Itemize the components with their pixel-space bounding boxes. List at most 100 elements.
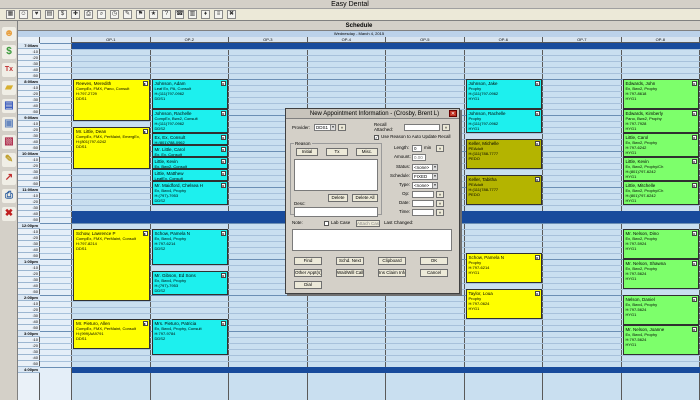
appointment-block[interactable]: Little, Kevin Ex, Bwx2, Consult ▸ <box>151 157 228 169</box>
appointment-menu-icon[interactable]: ▸ <box>221 135 226 140</box>
misc-button[interactable]: Misc. <box>356 148 378 156</box>
appointment-block[interactable]: Little, Carol Ex, Bwx2, Prophy H:797-6242 H… <box>622 133 699 157</box>
close-icon[interactable]: ✕ <box>449 110 457 117</box>
ledger-icon[interactable]: $ <box>58 10 67 19</box>
reason-list[interactable] <box>294 159 378 191</box>
appointment-menu-icon[interactable]: ▸ <box>221 183 226 188</box>
appointment-block[interactable]: Schow, Pamela N Ex, Bwx4, Prophy H:797-621… <box>151 229 228 265</box>
appointment-block[interactable]: Mr. Nelson, Joanne Ex, Bwx4, Prophy H:797-… <box>622 325 699 355</box>
money-icon[interactable]: $ <box>2 45 16 59</box>
appointment-block[interactable]: Taylor, Loua Prophy H:797-0624 HYG1 ▸ <box>465 289 542 319</box>
date-lookup-button[interactable]: » <box>436 200 444 207</box>
appointment-block[interactable]: Mrs. Pieturo, Patricia Ex, Bwx4, Prophy, … <box>151 319 228 355</box>
appointment-menu-icon[interactable]: ▸ <box>221 273 226 278</box>
appointment-block[interactable]: Mr. Maidford, Chelsea H Ex, Bwx4, Prophy H… <box>151 181 228 205</box>
appointment-block[interactable]: Edwards, John Ex, Bwx2, Prophy H:797-8618 H… <box>622 79 699 109</box>
appointment-menu-icon[interactable]: ▸ <box>692 327 697 332</box>
appointment-menu-icon[interactable]: ▸ <box>692 297 697 302</box>
folder-icon[interactable]: ▰ <box>2 81 16 95</box>
appointment-block[interactable]: Johnson, Rachelle Prophy H:(111)797-0962 HY… <box>465 109 542 133</box>
appointment-menu-icon[interactable]: ▸ <box>692 261 697 266</box>
op-lookup-button[interactable]: » <box>436 191 444 198</box>
appointment-menu-icon[interactable]: ▸ <box>142 129 148 134</box>
tx-button[interactable]: Tx <box>326 148 348 156</box>
phone-icon[interactable]: ☎ <box>175 10 184 19</box>
delete-button[interactable]: Delete <box>328 194 348 202</box>
print-icon[interactable]: ⎙ <box>84 10 93 19</box>
appointment-menu-icon[interactable]: ▸ <box>535 141 540 146</box>
schd-next-button[interactable]: Schd. Next <box>336 257 364 265</box>
pen-icon[interactable]: ✎ <box>2 153 16 167</box>
appointment-menu-icon[interactable]: ▸ <box>692 231 697 236</box>
appointment-menu-icon[interactable]: ▸ <box>692 159 697 164</box>
provider-lookup-button[interactable]: » <box>338 124 346 131</box>
chart-icon[interactable]: ▤ <box>45 10 54 19</box>
appointment-block[interactable]: Little, Matthew LeafEx, Consult ▸ <box>151 169 228 181</box>
length-spin-button[interactable]: » <box>436 145 444 152</box>
flag-icon[interactable]: ⚑ <box>136 10 145 19</box>
printer-icon[interactable]: ⎙ <box>2 189 16 203</box>
tx-icon[interactable]: Tx <box>2 63 16 77</box>
insurance-icon[interactable]: ✚ <box>71 10 80 19</box>
appointment-block[interactable]: Mr. Little, Dean CompEx, FMX, PerMaint, E… <box>73 127 150 169</box>
appointment-block[interactable]: Johnson, Jake Prophy H:(111)797-0962 HYG1 ▸ <box>465 79 542 109</box>
type-select[interactable]: <none> ▼ <box>412 182 438 189</box>
recall-lookup-button[interactable]: » <box>442 124 450 131</box>
appointment-block[interactable]: Edwards, Kimberly Pano, Bwx2, Prophy H:797… <box>622 109 699 133</box>
appointment-block[interactable]: Mr. Little, Carol Ex, Ex, Consult ▸ <box>151 145 228 157</box>
star-icon[interactable]: ★ <box>149 10 158 19</box>
provider-select[interactable]: DDS1 ▼ <box>314 124 336 131</box>
clock-icon[interactable]: ◷ <box>110 10 119 19</box>
appointment-block[interactable]: Mr. Gibson, Ed Sons Ex, Bwx4, Prophy H:(79… <box>151 271 228 295</box>
ins-claim-info-button[interactable]: Ins Claim Info <box>378 269 406 277</box>
help-icon[interactable]: ? <box>162 10 171 19</box>
appointment-block[interactable]: Johnson, Rachelle CompEx, Bwx2, Consult H:… <box>151 109 228 133</box>
use-reason-checkbox[interactable]: ✓ <box>374 135 379 140</box>
exit-icon[interactable]: ✖ <box>227 10 236 19</box>
recall-field[interactable] <box>404 124 440 131</box>
appointment-menu-icon[interactable]: ▸ <box>535 111 540 116</box>
appointment-menu-icon[interactable]: ▸ <box>692 135 697 140</box>
appointment-block[interactable]: Keller, Michelle PEAdult H:(111)788-7777 PE… <box>465 139 542 169</box>
appointment-menu-icon[interactable]: ▸ <box>692 111 697 116</box>
family-icon[interactable]: ☻ <box>2 27 16 41</box>
find-icon[interactable]: ⌕ <box>97 10 106 19</box>
appointment-block[interactable]: Little, Mitchelle Ex, Bwx2, Prophy/Ch H:(8… <box>622 181 699 205</box>
ok-button[interactable]: OK <box>420 257 448 265</box>
appointment-block[interactable]: Mr. Nelson, Dino Ex, Bwx2, Prophy H:797-59… <box>622 229 699 259</box>
chart-line-icon[interactable]: ↗ <box>2 171 16 185</box>
appointment-menu-icon[interactable]: ▸ <box>535 291 540 296</box>
appointment-block[interactable]: Mr. Pieturo, Allen CompEx, FMX, PerMaint,… <box>73 319 150 349</box>
appointment-menu-icon[interactable]: ▸ <box>535 81 540 86</box>
appointment-block[interactable]: Little, Kevin Ex, Bwx2, Prophy/Ch H:(801)7… <box>622 157 699 181</box>
appointment-block[interactable]: Schow, Pamela N Prophy H:797-6214 HYG1 ▸ <box>465 253 542 283</box>
status-select[interactable]: <none> ▼ <box>412 164 438 171</box>
list-icon[interactable]: ≡ <box>214 10 223 19</box>
appointment-menu-icon[interactable]: ▸ <box>535 255 540 260</box>
appointment-menu-icon[interactable]: ▸ <box>692 81 697 86</box>
provider-icon[interactable]: ♦ <box>201 10 210 19</box>
appointment-block[interactable]: Mr. Nelson, Shawna Ex, Bwx2, Prophy H:797-… <box>622 259 699 289</box>
appointment-block[interactable]: Johnson, Adam Leaf Ex, PA, Consult H:(111)… <box>151 79 228 109</box>
appointment-menu-icon[interactable]: ▸ <box>221 231 226 236</box>
time-lookup-button[interactable]: » <box>436 209 444 216</box>
appointment-menu-icon[interactable]: ▸ <box>221 111 226 116</box>
notebook-icon[interactable]: ▤ <box>2 99 16 113</box>
photo-icon[interactable]: ▣ <box>2 117 16 131</box>
note-icon[interactable]: ✎ <box>123 10 132 19</box>
appointment-block[interactable]: Reeves, Meredith CompEx, FMX, Pano, Consu… <box>73 79 150 121</box>
appointment-menu-icon[interactable]: ▸ <box>535 177 540 182</box>
appointment-menu-icon[interactable]: ▸ <box>221 147 226 152</box>
appointment-block[interactable]: Keller, Tabitha PEAdult H:(111)788-7777 PED… <box>465 175 542 205</box>
appointment-block[interactable]: Ex, Ex, Consult H:(801)788-0962 ▸ <box>151 133 228 145</box>
initial-button[interactable]: Initial <box>296 148 318 156</box>
note-field[interactable] <box>292 229 452 251</box>
appointment-block[interactable]: Nelson, Daniel Ex, Bwx4, Prophy H:797-5624… <box>622 295 699 325</box>
appointment-menu-icon[interactable]: ▸ <box>692 183 697 188</box>
report-icon[interactable]: ▧ <box>2 135 16 149</box>
lab-case-checkbox[interactable] <box>324 221 329 226</box>
tooth-icon[interactable]: ♥ <box>32 10 41 19</box>
clipboard-button[interactable]: Clipboard <box>378 257 406 265</box>
find-button[interactable]: Find <box>294 257 322 265</box>
patient-icon[interactable]: ☺ <box>19 10 28 19</box>
